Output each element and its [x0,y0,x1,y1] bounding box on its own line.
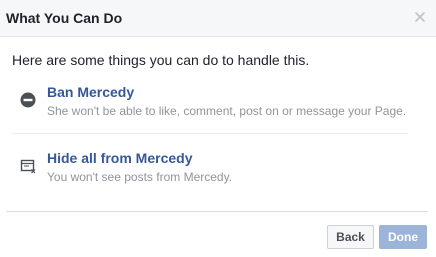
footer-divider [6,211,428,212]
done-button[interactable]: Done [379,225,427,249]
dialog-header: What You Can Do [0,0,436,37]
hide-all-option-title: Hide all from Mercedy [47,150,193,166]
hide-all-option-description: You won't see posts from Mercedy. [47,170,233,184]
intro-text: Here are some things you can do to handl… [12,52,310,68]
ban-icon [20,92,36,108]
ban-option-description: She won't be able to like, comment, post… [47,104,407,118]
option-divider [12,133,408,134]
close-icon[interactable] [414,11,426,23]
ban-option-title: Ban Mercedy [47,84,135,100]
dialog-title: What You Can Do [6,10,123,26]
hide-all-option[interactable]: Hide all from Mercedy You won't see post… [0,150,436,190]
ban-option[interactable]: Ban Mercedy She won't be able to like, c… [0,84,436,124]
hide-posts-icon [20,159,36,174]
what-you-can-do-dialog: What You Can Do Here are some things you… [0,0,436,257]
back-button[interactable]: Back [327,225,374,249]
